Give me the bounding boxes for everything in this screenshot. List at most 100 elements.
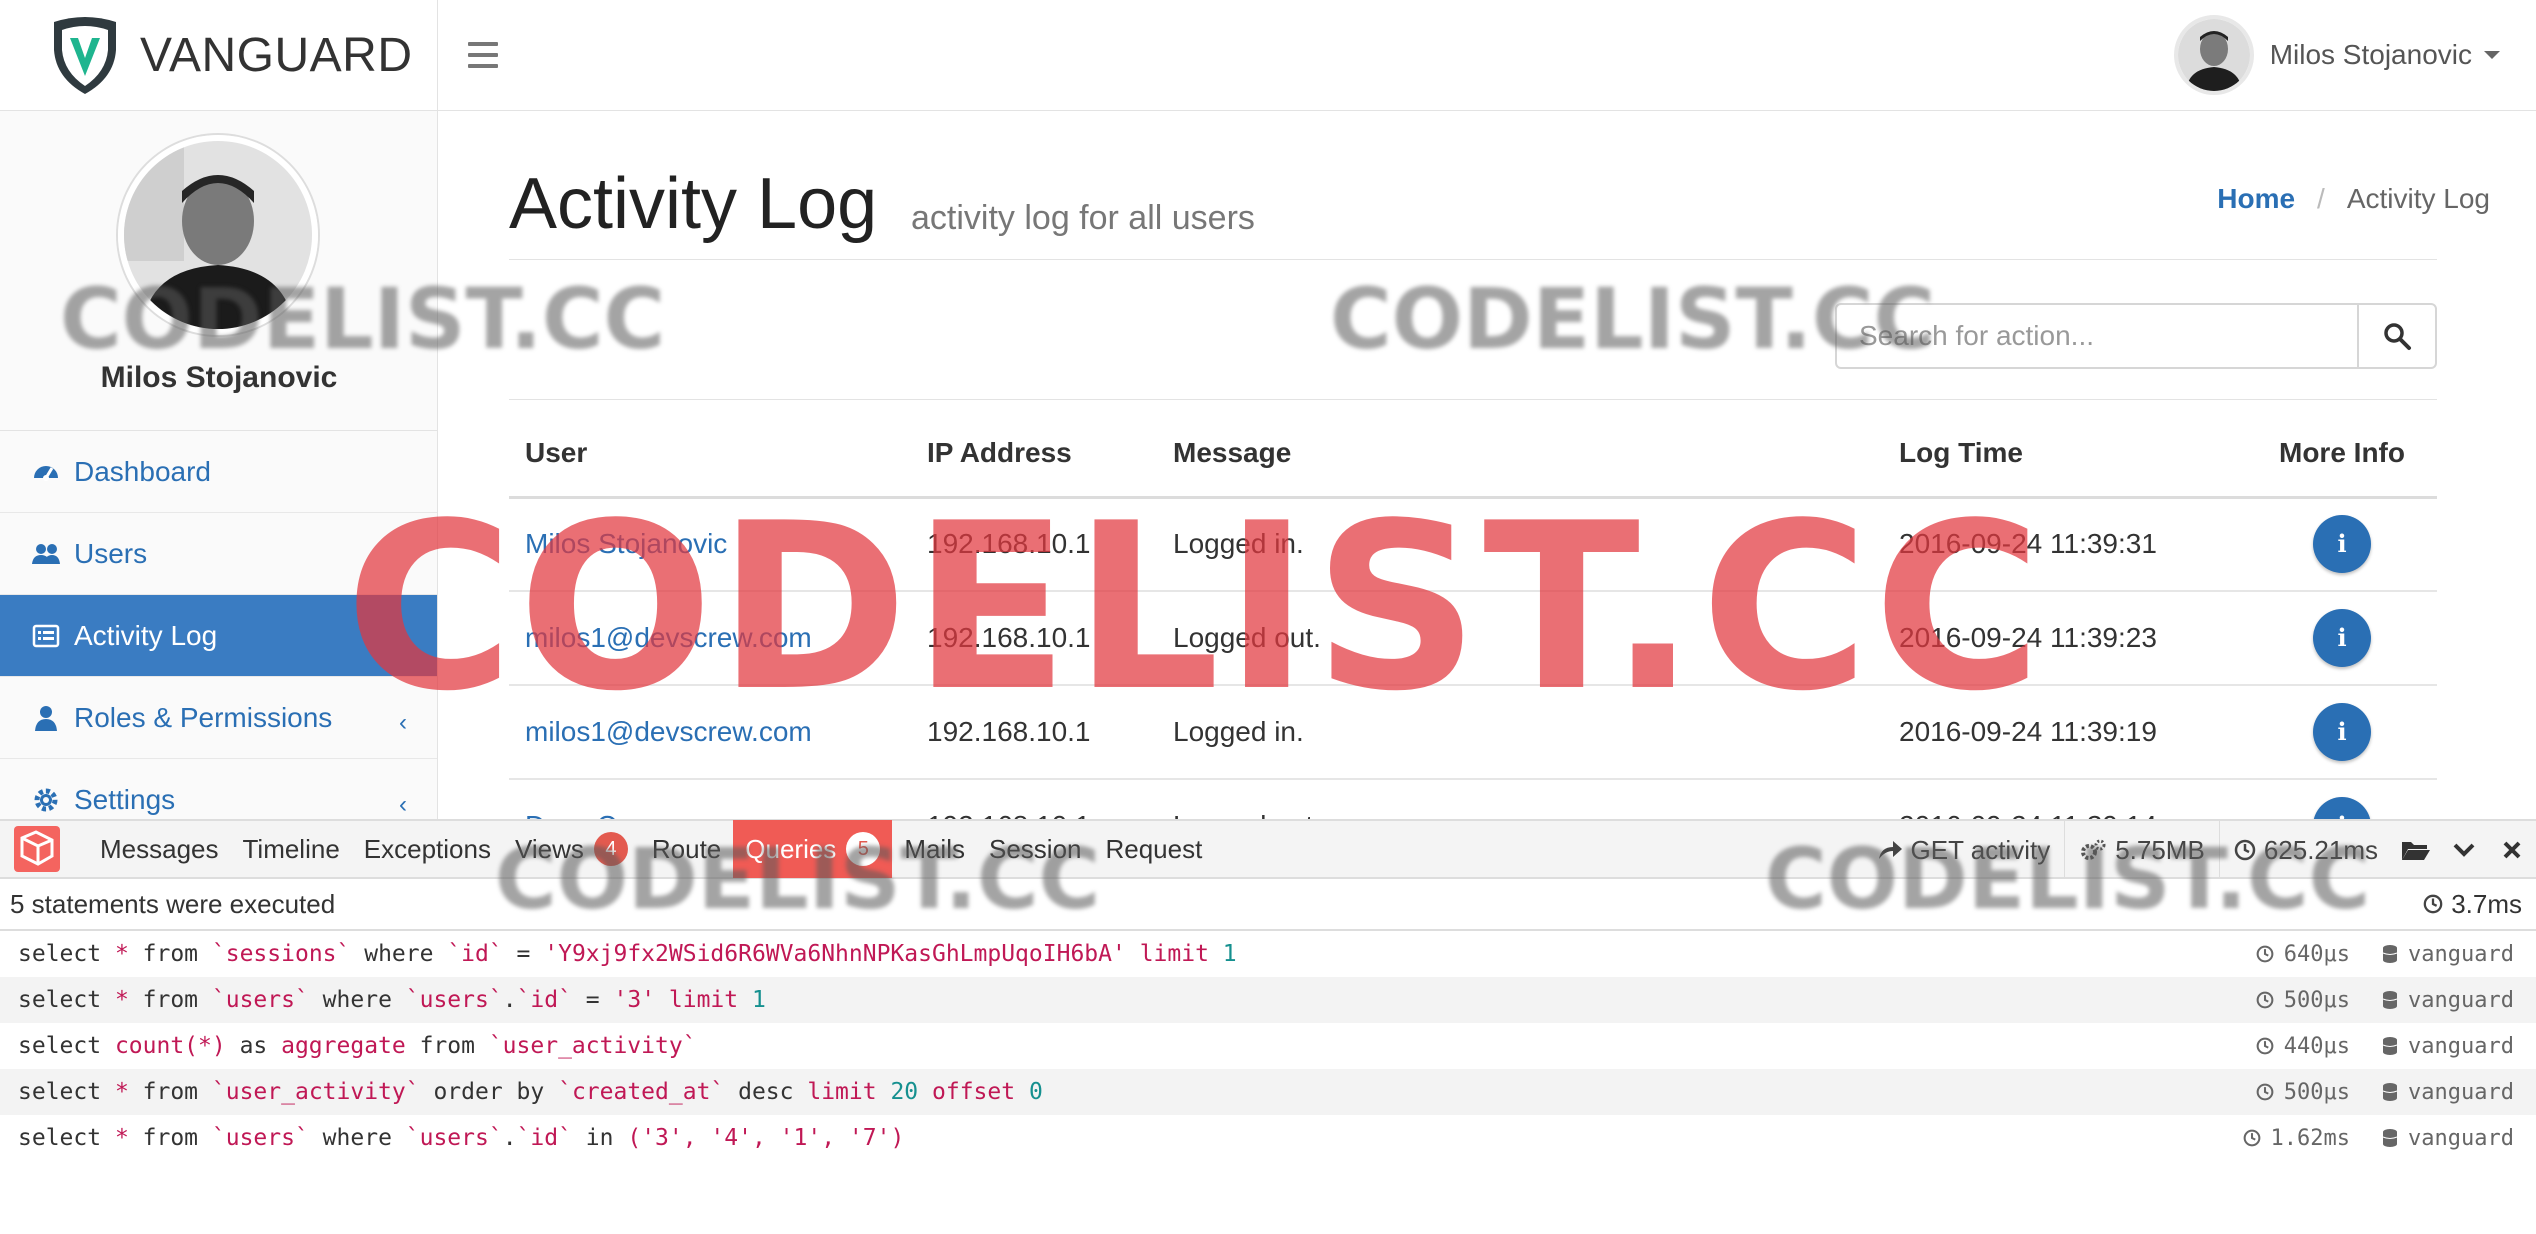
table-row: milos1@devscrew.com 192.168.10.1 Logged …: [509, 591, 2437, 686]
message-cell: Logged in.: [1157, 685, 1883, 780]
debug-bar-info: GET activity 5.75MB 625.21ms: [1863, 821, 2536, 879]
tab-session[interactable]: Session: [977, 820, 1094, 878]
avatar-photo-icon: [2177, 19, 2250, 91]
info-button[interactable]: i: [2313, 703, 2371, 761]
minimize-button[interactable]: [2440, 821, 2488, 879]
more-info-cell: i: [2247, 497, 2437, 592]
clock-icon: [2234, 839, 2256, 861]
query-meta: 500μs vanguard: [2256, 1080, 2514, 1105]
user-cell: Devs Crew: [509, 779, 911, 819]
page-subtitle: activity log for all users: [911, 199, 1255, 237]
log-time-cell: 2016-09-24 11:39:14: [1883, 779, 2247, 819]
ip-cell: 192.168.10.1: [911, 591, 1157, 686]
column-header-message: Message: [1157, 411, 1883, 499]
user-link[interactable]: Milos Stojanovic: [525, 528, 727, 559]
query-time: 500μs: [2283, 1079, 2351, 1105]
breadcrumb-current: Activity Log: [2346, 183, 2490, 214]
total-time-text: 3.7ms: [2451, 888, 2522, 919]
info-button[interactable]: i: [2313, 515, 2371, 574]
more-info-cell: i: [2247, 591, 2437, 686]
laravel-logo-icon[interactable]: [14, 826, 60, 872]
tab-label: Views: [514, 833, 584, 864]
sidebar-profile: Milos Stojanovic: [0, 111, 437, 431]
table-row: milos1@devscrew.com 192.168.10.1 Logged …: [509, 685, 2437, 780]
queries-status: 5 statements were executed 3.7ms: [0, 879, 2536, 931]
brand-name-bold: GUARD: [236, 29, 413, 82]
log-time-cell: 2016-09-24 11:39:19: [1883, 685, 2247, 780]
clock-icon: [2243, 1129, 2260, 1147]
tab-route[interactable]: Route: [640, 820, 733, 878]
query-row[interactable]: select count(*) as aggregate from `user_…: [0, 1023, 2536, 1069]
folder-open-icon: [2402, 842, 2430, 860]
database-icon: [2382, 945, 2398, 963]
query-row[interactable]: select * from `users` where `users`.`id`…: [0, 1115, 2536, 1161]
breadcrumb-separator: /: [2317, 183, 2325, 214]
cogs-icon: [2081, 839, 2106, 860]
tab-views[interactable]: Views 4: [503, 820, 640, 878]
log-time-cell: 2016-09-24 11:39:31: [1883, 497, 2247, 592]
main-content: Activity Log activity log for all users …: [439, 111, 2536, 819]
message-cell: Logged out.: [1157, 779, 1883, 819]
close-button[interactable]: [2488, 821, 2536, 879]
query-row[interactable]: select * from `user_activity` order by `…: [0, 1069, 2536, 1115]
tab-label: Timeline: [242, 833, 340, 864]
activity-table: User IP Address Message Log Time More In…: [509, 411, 2437, 819]
query-row[interactable]: select * from `sessions` where `id` = 'Y…: [0, 931, 2536, 977]
tab-request[interactable]: Request: [1093, 820, 1214, 878]
query-meta: 440μs vanguard: [2256, 1034, 2514, 1059]
user-menu[interactable]: Milos Stojanovic: [2173, 14, 2500, 96]
list-icon: [32, 624, 60, 647]
info-button[interactable]: i: [2313, 609, 2371, 667]
tab-label: Messages: [100, 833, 219, 864]
user-link[interactable]: milos1@devscrew.com: [525, 716, 812, 747]
menu-toggle-icon[interactable]: [468, 42, 498, 68]
query-sql: select * from `user_activity` order by `…: [18, 1079, 1043, 1105]
brand[interactable]: VANGUARD: [0, 0, 438, 111]
sidebar-item-roles-permissions[interactable]: Roles & Permissions ‹: [0, 677, 437, 759]
query-time: 1.62ms: [2270, 1125, 2351, 1151]
duration-text: 625.21ms: [2263, 834, 2378, 865]
query-sql: select * from `users` where `users`.`id`…: [18, 1125, 905, 1151]
debug-bar: Messages Timeline Exceptions Views 4 Rout…: [0, 819, 2536, 1234]
gear-icon: [34, 788, 58, 811]
open-folder-button[interactable]: [2392, 821, 2440, 879]
search-box: [1835, 303, 2437, 369]
chevron-left-icon: ‹: [399, 709, 407, 736]
query-db: vanguard: [2408, 1033, 2514, 1059]
profile-photo-icon: [124, 141, 312, 329]
database-icon: [2382, 1037, 2398, 1055]
sidebar-item-label: Users: [74, 537, 148, 569]
sidebar-item-settings[interactable]: Settings ‹: [0, 759, 437, 819]
tab-mails[interactable]: Mails: [892, 820, 977, 878]
page-title: Activity Log: [509, 164, 878, 244]
search-button[interactable]: [2357, 305, 2435, 367]
query-row[interactable]: select * from `users` where `users`.`id`…: [0, 977, 2536, 1023]
sidebar-item-users[interactable]: Users: [0, 513, 437, 595]
column-header-log-time: Log Time: [1883, 411, 2247, 499]
clock-icon: [2423, 894, 2443, 914]
search-input[interactable]: [1837, 305, 2357, 367]
user-link[interactable]: milos1@devscrew.com: [525, 622, 812, 653]
sidebar-item-activity-log[interactable]: Activity Log: [0, 595, 437, 677]
route-info: GET activity: [1863, 821, 2065, 879]
query-db: vanguard: [2408, 1125, 2514, 1151]
clock-icon: [2256, 1083, 2274, 1101]
breadcrumb-home-link[interactable]: Home: [2217, 183, 2295, 215]
info-button[interactable]: i: [2313, 797, 2371, 819]
chevron-down-icon: [2453, 843, 2475, 857]
count-badge: 5: [846, 832, 881, 866]
query-time: 640μs: [2283, 941, 2351, 967]
tab-messages[interactable]: Messages: [88, 820, 231, 878]
table-header-row: User IP Address Message Log Time More In…: [509, 411, 2437, 499]
tab-exceptions[interactable]: Exceptions: [352, 820, 503, 878]
brand-name-light: VAN: [140, 29, 237, 82]
close-icon: [2503, 841, 2521, 859]
tab-queries[interactable]: Queries 5: [733, 820, 893, 878]
tab-label: Mails: [904, 833, 965, 864]
query-time: 500μs: [2283, 987, 2351, 1013]
query-time: 440μs: [2283, 1033, 2351, 1059]
user-link[interactable]: Devs Crew: [525, 810, 662, 819]
sidebar-item-dashboard[interactable]: Dashboard: [0, 431, 437, 513]
query-sql: select * from `users` where `users`.`id`…: [18, 987, 766, 1013]
tab-timeline[interactable]: Timeline: [231, 820, 352, 878]
